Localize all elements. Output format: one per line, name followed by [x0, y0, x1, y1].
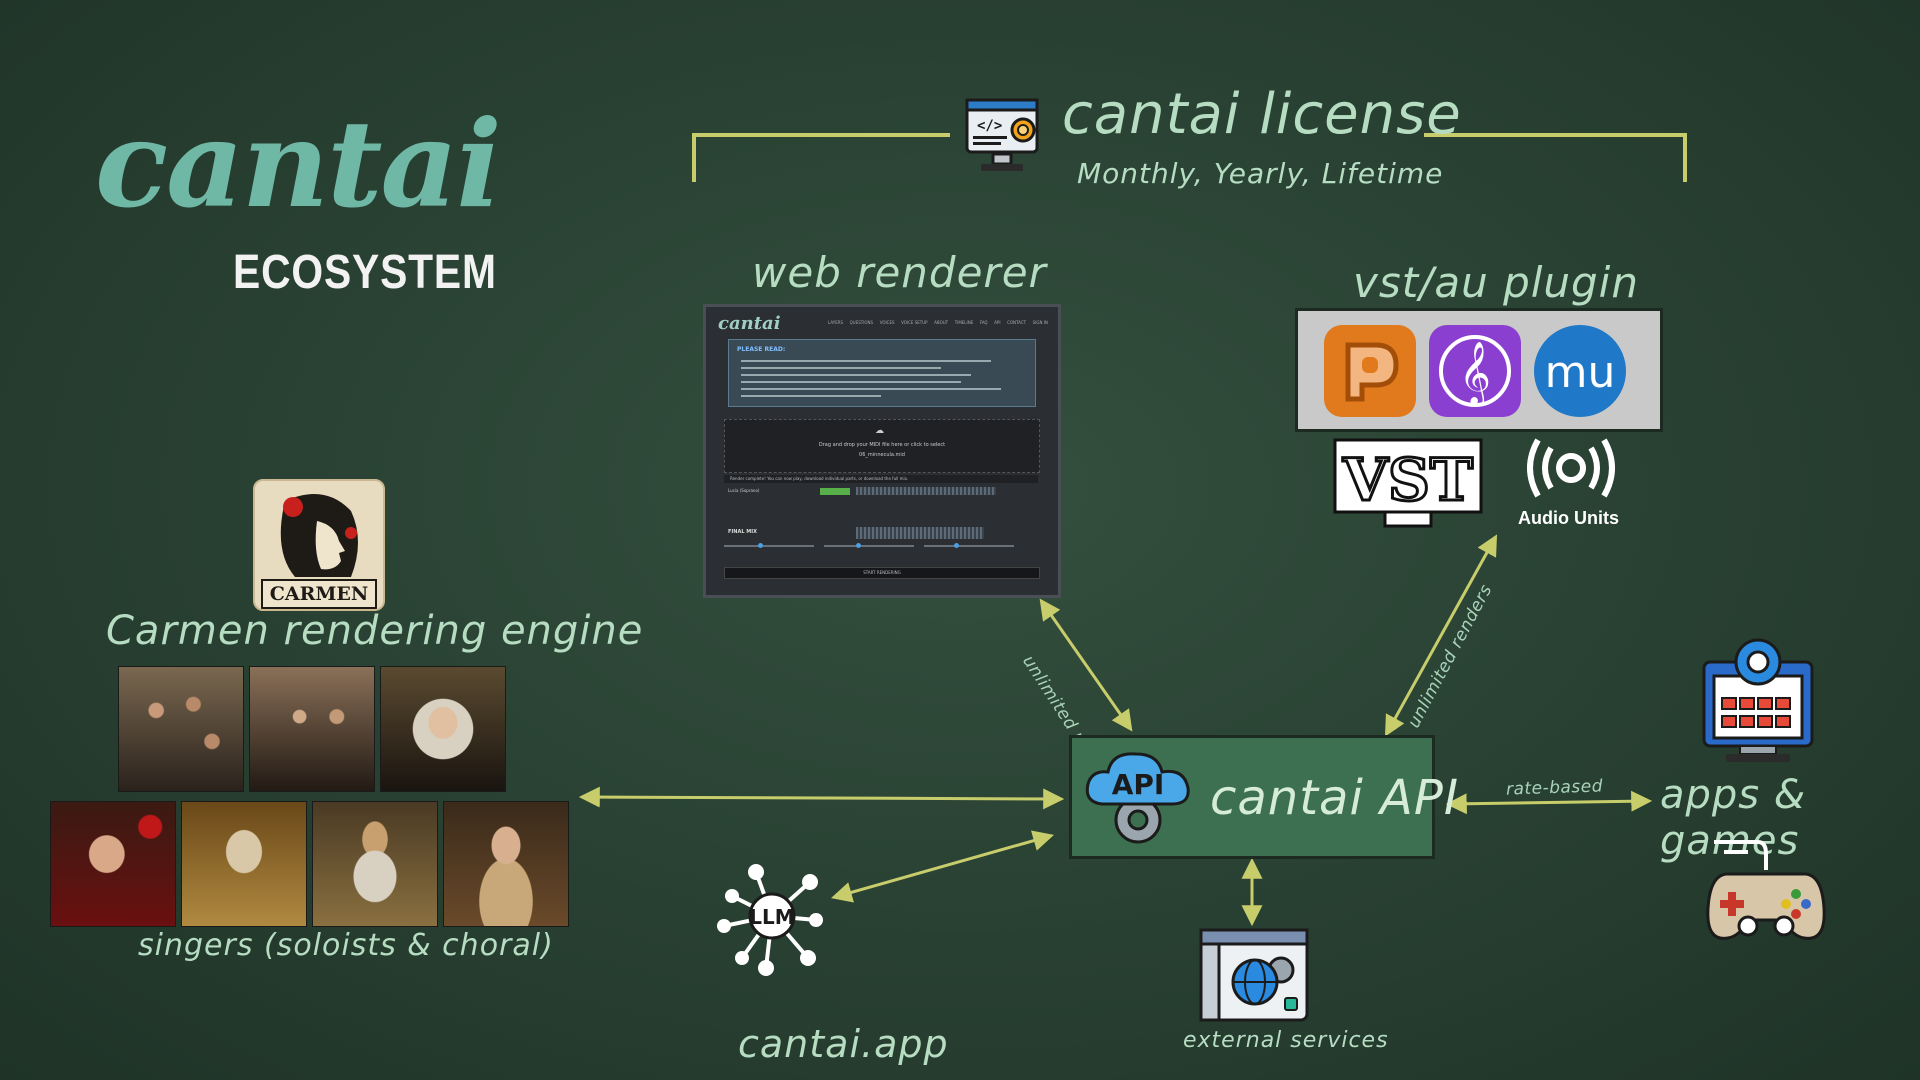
wr-text-line [741, 374, 971, 376]
wr-slider [724, 545, 814, 547]
api-cloud-gear-icon: API [1085, 752, 1190, 844]
api-title: cantai API [1210, 770, 1459, 826]
license-bracket-left [692, 133, 950, 182]
wr-nav-item: FAQ [979, 320, 988, 325]
api-badge-text: API [1112, 768, 1165, 801]
pro-tools-daw-icon [1324, 325, 1416, 417]
wr-nav-item: VOICES [879, 320, 895, 325]
arrow-api-plugin [1384, 534, 1498, 737]
wr-nav-item: API [994, 320, 1001, 325]
license-bracket-right [1424, 133, 1687, 182]
wr-text-line [741, 367, 941, 369]
cantai-logo: cantai [95, 94, 502, 235]
carmen-badge: CARMEN [253, 479, 385, 611]
plugin-icons-panel: 𝄞 mu [1295, 308, 1663, 432]
audio-units-logo: Audio Units [1516, 436, 1626, 536]
carmen-title: Carmen rendering engine [106, 608, 644, 654]
musescore-icon: mu [1534, 325, 1626, 417]
flower-woman-portrait [50, 801, 176, 927]
wr-slider [824, 545, 914, 547]
wr-logo: cantai [718, 313, 781, 334]
certificate-monitor-icon: </> [963, 96, 1043, 180]
wr-nav-item: LAYERS [828, 320, 844, 325]
wr-nav-item: ABOUT [934, 320, 949, 325]
label-apps-link: rate-based [1505, 776, 1604, 800]
singers-label: singers (soloists & choral) [138, 928, 554, 963]
wr-slider [924, 545, 1014, 547]
arrow-api-carmen [578, 786, 1065, 810]
wr-notice-title: PLEASE READ: [737, 346, 786, 353]
globe-gear-browser-icon [1197, 926, 1311, 1024]
wr-nav-item: QUESTIONS [849, 320, 874, 325]
gentleman-portrait [443, 801, 569, 927]
wr-text-line [741, 395, 881, 397]
plugin-title: vst/au plugin [1353, 258, 1639, 307]
wr-nav-item: TIMELINE [954, 320, 974, 325]
apps-dashboard-gear-icon [1700, 632, 1820, 768]
old-king-portrait [312, 801, 438, 927]
wr-start-button-label: START RENDERING [863, 570, 901, 575]
arrow-api-llm [830, 830, 1055, 903]
web-renderer-screenshot: cantai LAYERS QUESTIONS VOICES VOICE SET… [703, 304, 1061, 598]
wr-text-line [741, 388, 1001, 390]
svg-text:𝄞: 𝄞 [1459, 341, 1491, 407]
ecosystem-subtitle: ECOSYSTEM [233, 246, 497, 299]
vst-logo: VST [1333, 438, 1483, 530]
wr-slider-knob [856, 543, 861, 548]
wr-nav-item: CONTACT [1007, 320, 1027, 325]
rose-icon [283, 497, 303, 517]
jester-portrait [181, 801, 307, 927]
choir-portrait [118, 666, 244, 792]
svg-text:mu: mu [1545, 347, 1616, 398]
wr-nav: LAYERS QUESTIONS VOICES VOICE SETUP ABOU… [828, 320, 1048, 325]
vst-text: VST [1342, 446, 1473, 514]
wr-status: Render complete! You can now play, downl… [724, 475, 1038, 483]
wr-final-label: FINAL MIX [728, 529, 757, 535]
wr-level-meter [820, 488, 850, 495]
wr-drop-file: 06_minnecula.mid [859, 452, 905, 458]
veiled-woman-portrait [380, 666, 506, 792]
wr-waveform-final [856, 527, 984, 539]
wr-slider-knob [758, 543, 763, 548]
wr-dropzone: ☁ Drag and drop your MIDI file here or c… [724, 419, 1040, 473]
wr-slider-knob [954, 543, 959, 548]
wr-start-button: START RENDERING [724, 567, 1040, 579]
arrow-api-apps [1445, 790, 1653, 815]
choir-portrait [249, 666, 375, 792]
license-title: cantai license [1062, 82, 1462, 147]
cloud-upload-icon: ☁ [875, 426, 884, 436]
treble-clef-app-icon: 𝄞 [1429, 325, 1521, 417]
audio-units-text: Audio Units [1518, 508, 1619, 528]
wr-text-line [741, 381, 961, 383]
llm-network-icon: LLM [712, 858, 832, 978]
llm-badge-text: LLM [749, 905, 794, 929]
wr-text-line [741, 360, 991, 362]
wr-drop-text: Drag and drop your MIDI file here or cli… [818, 442, 946, 448]
wr-track-label: Lucia (Soprano) [728, 488, 760, 493]
wr-nav-item: VOICE SETUP [901, 320, 928, 325]
external-services-label: external services [1183, 1028, 1389, 1053]
wr-nav-item: SIGN IN [1032, 320, 1048, 325]
svg-text:</>: </> [977, 118, 1002, 134]
license-subtitle: Monthly, Yearly, Lifetime [1077, 157, 1444, 190]
gamepad-icon [1704, 830, 1828, 954]
wr-waveform [856, 487, 996, 495]
cantai-app-label: cantai.app [738, 1022, 949, 1066]
wr-notice-panel: PLEASE READ: [728, 339, 1036, 407]
carmen-badge-text: CARMEN [261, 579, 377, 609]
web-renderer-title: web renderer [752, 248, 1047, 297]
